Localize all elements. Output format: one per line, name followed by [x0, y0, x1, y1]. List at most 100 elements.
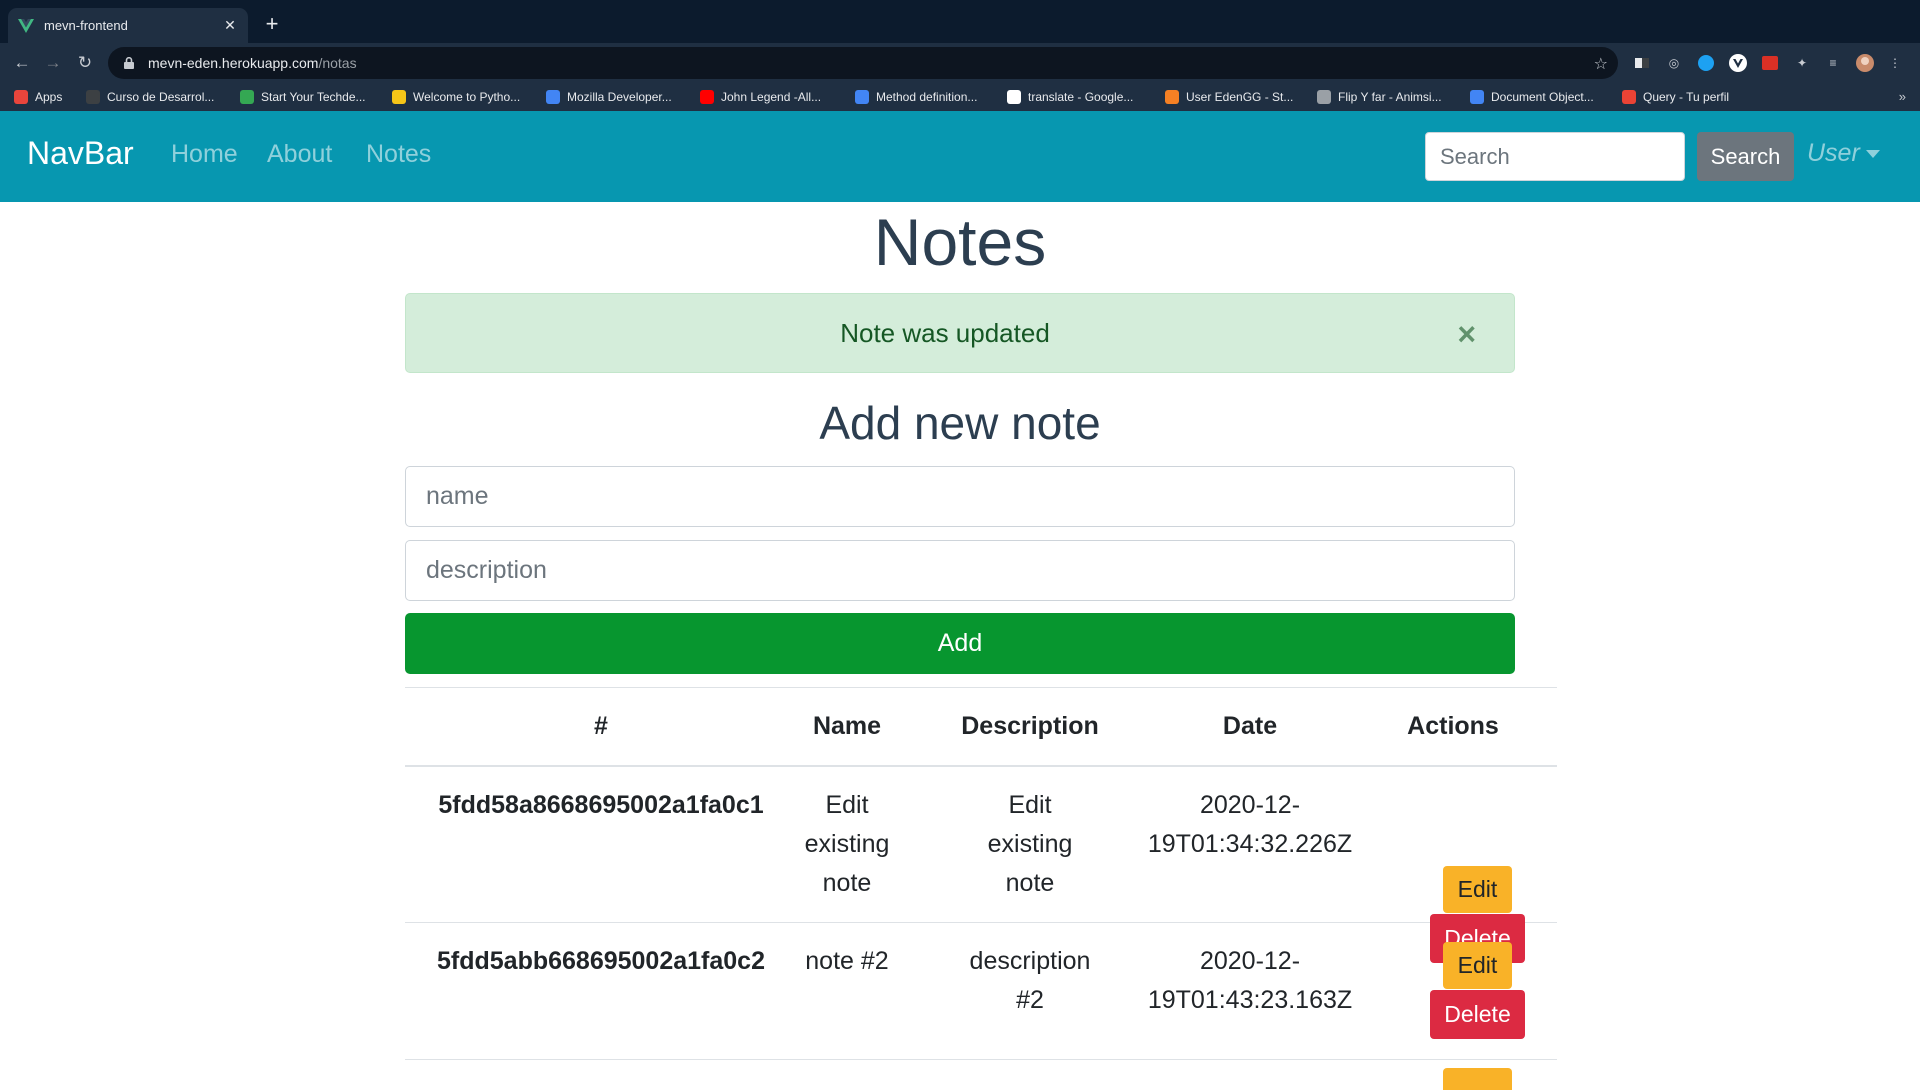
app-navbar: NavBar Home About Notes Search User: [0, 111, 1920, 202]
note-description-line: #2: [1016, 986, 1044, 1014]
note-name-line: Edit: [825, 791, 869, 819]
note-description: description #2: [925, 942, 1135, 1020]
note-name-line: existing: [804, 830, 890, 858]
address-bar[interactable]: mevn-eden.herokuapp.com/notas ☆: [108, 47, 1618, 79]
edit-button-partial[interactable]: [1443, 1068, 1512, 1090]
browser-menu-icon[interactable]: ⋮: [1886, 54, 1904, 72]
note-date-line: 2020-12-: [1199, 947, 1301, 975]
bookmark-favicon-icon: [1622, 90, 1636, 104]
bookmark-favicon-icon: [1317, 90, 1331, 104]
note-description: Edit existing note: [925, 786, 1135, 903]
search-input[interactable]: [1425, 132, 1685, 181]
bookmarks-more-icon[interactable]: »: [1899, 89, 1906, 104]
bookmark-item[interactable]: Flip Y far - Animsi...: [1317, 87, 1442, 107]
bookmark-favicon-icon: [700, 90, 714, 104]
note-description-line: Edit: [1008, 791, 1052, 819]
bookmark-item[interactable]: Mozilla Developer...: [546, 87, 672, 107]
bookmark-label: Apps: [35, 90, 63, 104]
vue-devtools-icon[interactable]: [1729, 54, 1747, 72]
description-input[interactable]: [405, 540, 1515, 601]
bookmark-label: Start Your Techde...: [261, 90, 366, 104]
search-button[interactable]: Search: [1697, 132, 1794, 181]
bookmark-favicon-icon: [240, 90, 254, 104]
extension-target-icon[interactable]: ◎: [1665, 54, 1683, 72]
close-icon[interactable]: ×: [1457, 318, 1476, 350]
bookmark-item[interactable]: Document Object...: [1470, 87, 1594, 107]
bookmark-label: Mozilla Developer...: [567, 90, 672, 104]
bookmark-favicon-icon: [855, 90, 869, 104]
table-header: # Name Description Date Actions: [405, 687, 1557, 767]
delete-button[interactable]: Delete: [1430, 990, 1525, 1039]
new-tab-icon[interactable]: +: [260, 12, 284, 36]
note-name-line: note: [822, 869, 872, 897]
nav-link-notes[interactable]: Notes: [366, 140, 431, 169]
note-description-line: description: [969, 947, 1091, 975]
note-description-line: note: [1005, 869, 1055, 897]
note-name: note #2: [797, 942, 897, 981]
bookmark-favicon-icon: [1165, 90, 1179, 104]
bookmark-favicon-icon: [1470, 90, 1484, 104]
extensions-puzzle-icon[interactable]: ✦: [1793, 54, 1811, 72]
url-text: mevn-eden.herokuapp.com/notas: [148, 55, 357, 71]
add-note-button[interactable]: Add: [405, 613, 1515, 674]
form-title: Add new note: [819, 397, 1101, 449]
note-date: 2020-12- 19T01:34:32.226Z: [1145, 786, 1355, 864]
profile-avatar-icon[interactable]: [1856, 54, 1874, 72]
bookmark-star-icon[interactable]: ☆: [1594, 54, 1608, 74]
bookmark-favicon-icon: [392, 90, 406, 104]
user-dropdown[interactable]: User: [1807, 139, 1880, 168]
extension-icon[interactable]: [1633, 54, 1651, 72]
note-description-line: existing: [987, 830, 1073, 858]
browser-tab[interactable]: mevn-frontend ✕: [8, 8, 248, 43]
note-id: 5fdd5abb668695002a1fa0c2: [436, 947, 765, 975]
bookmark-favicon-icon: [546, 90, 560, 104]
bookmark-item[interactable]: translate - Google...: [1007, 87, 1133, 107]
header-date: Date: [1222, 712, 1278, 740]
page-title: Notes: [873, 205, 1047, 279]
bookmark-item[interactable]: Curso de Desarrol...: [86, 87, 214, 107]
note-name: Edit existing note: [797, 786, 897, 903]
reading-list-icon[interactable]: ≡: [1824, 54, 1842, 72]
bookmark-item[interactable]: Start Your Techde...: [240, 87, 366, 107]
notes-table: # Name Description Date Actions 5fdd58a8…: [405, 687, 1557, 1090]
nav-link-home[interactable]: Home: [171, 140, 238, 169]
bookmark-label: User EdenGG - St...: [1186, 90, 1294, 104]
bookmark-label: Welcome to Pytho...: [413, 90, 521, 104]
forward-arrow-icon[interactable]: →: [41, 51, 65, 75]
name-input[interactable]: [405, 466, 1515, 527]
tab-close-icon[interactable]: ✕: [222, 17, 238, 34]
bookmark-favicon-icon: [1007, 90, 1021, 104]
browser-toolbar: ← → ↻ mevn-eden.herokuapp.com/notas ☆ ◎ …: [0, 43, 1920, 83]
bookmark-item[interactable]: Query - Tu perfil: [1622, 87, 1729, 107]
back-arrow-icon[interactable]: ←: [10, 51, 34, 75]
note-date-line: 2020-12-: [1199, 791, 1301, 819]
bookmark-item[interactable]: User EdenGG - St...: [1165, 87, 1293, 107]
bookmark-item[interactable]: Method definition...: [855, 87, 977, 107]
bookmark-label: John Legend -All...: [721, 90, 822, 104]
bookmark-item[interactable]: John Legend -All...: [700, 87, 821, 107]
success-alert: Note was updated ×: [405, 293, 1515, 373]
bookmark-label: Query - Tu perfil: [1643, 90, 1730, 104]
table-row-partial: [405, 1060, 1557, 1090]
bookmark-favicon-icon: [14, 90, 28, 104]
caret-down-icon: [1865, 149, 1880, 158]
edit-button[interactable]: Edit: [1443, 942, 1512, 989]
edit-button[interactable]: Edit: [1443, 866, 1512, 913]
bookmark-item[interactable]: Welcome to Pytho...: [392, 87, 520, 107]
table-row: 5fdd58a8668695002a1fa0c1 Edit existing n…: [405, 767, 1557, 963]
note-date-line: 19T01:34:32.226Z: [1147, 830, 1353, 858]
bookmark-label: translate - Google...: [1028, 90, 1134, 104]
url-path: /notas: [318, 55, 357, 71]
header-name: Name: [812, 712, 882, 740]
note-name-line: note #2: [805, 947, 889, 975]
extension-red-icon[interactable]: [1761, 54, 1779, 72]
header-id: #: [594, 712, 608, 740]
nav-link-about[interactable]: About: [267, 140, 332, 169]
navbar-brand[interactable]: NavBar: [27, 135, 134, 172]
header-description: Description: [961, 712, 1099, 740]
bookmark-label: Method definition...: [876, 90, 978, 104]
reload-icon[interactable]: ↻: [73, 51, 97, 75]
header-actions: Actions: [1407, 712, 1499, 740]
extension-blue-icon[interactable]: [1697, 54, 1715, 72]
bookmark-item[interactable]: Apps: [14, 87, 62, 107]
